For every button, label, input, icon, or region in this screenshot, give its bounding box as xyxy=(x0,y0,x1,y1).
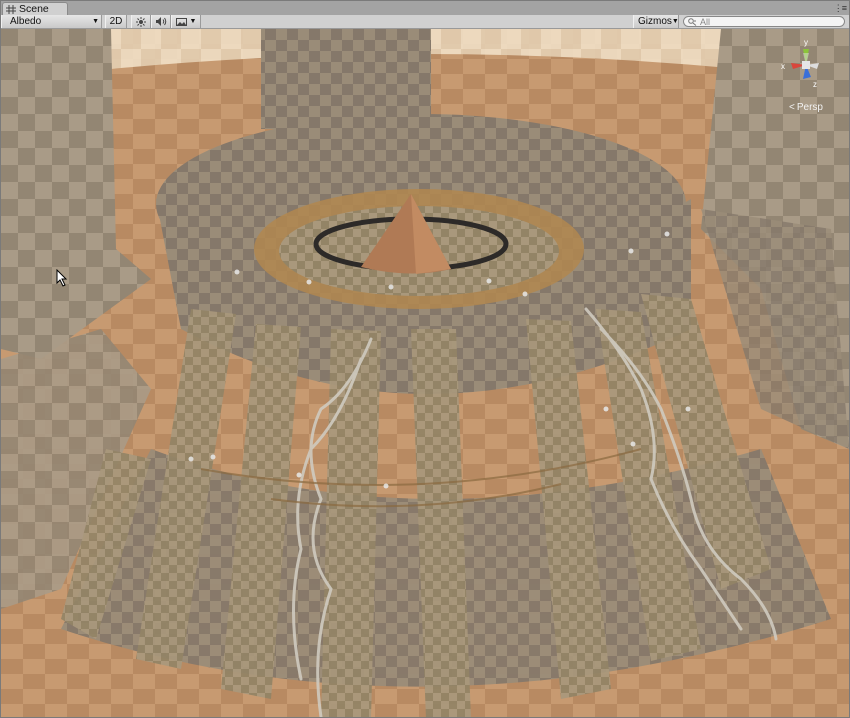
chevron-down-icon: ▼ xyxy=(671,18,679,25)
2d-toggle-label: 2D xyxy=(109,16,123,27)
gizmos-dropdown[interactable]: Gizmos ▼ xyxy=(633,15,679,28)
2d-toggle-button[interactable]: 2D xyxy=(105,15,127,28)
scene-toolbar: Albedo ▼ 2D ▼ Gizmos ▼ All xyxy=(1,15,849,29)
scene-rendering xyxy=(1,29,849,717)
window-menu-icon[interactable]: ⋮≡ xyxy=(834,3,847,14)
speaker-icon xyxy=(155,17,166,26)
search-placeholder: All xyxy=(700,16,711,27)
tab-scene-label: Scene xyxy=(19,3,49,15)
audio-toggle-button[interactable] xyxy=(151,15,171,28)
scene-window: Scene ⋮≡ Albedo ▼ 2D ▼ Gizmos ▼ All y x … xyxy=(0,0,850,718)
z-axis-label: z xyxy=(813,80,817,89)
lighting-toggle-button[interactable] xyxy=(131,15,151,28)
search-icon xyxy=(688,17,697,26)
tab-scene[interactable]: Scene xyxy=(2,2,68,15)
projection-toggle[interactable]: < Persp xyxy=(789,102,823,113)
chevron-down-icon: ▼ xyxy=(189,18,197,25)
hierarchy-search-input[interactable]: All xyxy=(683,16,845,27)
gizmos-label: Gizmos xyxy=(638,16,672,27)
mouse-cursor-icon xyxy=(56,269,68,287)
effects-dropdown[interactable]: ▼ xyxy=(171,15,201,28)
tab-bar: Scene ⋮≡ xyxy=(1,1,849,15)
hash-grid-icon xyxy=(6,4,16,14)
shading-mode-dropdown[interactable]: Albedo ▼ xyxy=(1,15,102,28)
sun-icon xyxy=(136,16,146,27)
persp-chevron-icon: < xyxy=(789,102,795,113)
scene-viewport[interactable]: y x z < Persp xyxy=(1,29,849,717)
image-icon xyxy=(175,17,187,26)
scene-orientation-gizmo[interactable]: y x z xyxy=(771,37,841,127)
shading-mode-label: Albedo xyxy=(10,16,42,27)
chevron-down-icon: ▼ xyxy=(92,18,99,25)
projection-label: Persp xyxy=(796,102,823,113)
x-axis-label: x xyxy=(781,62,785,71)
y-axis-label: y xyxy=(804,38,808,47)
